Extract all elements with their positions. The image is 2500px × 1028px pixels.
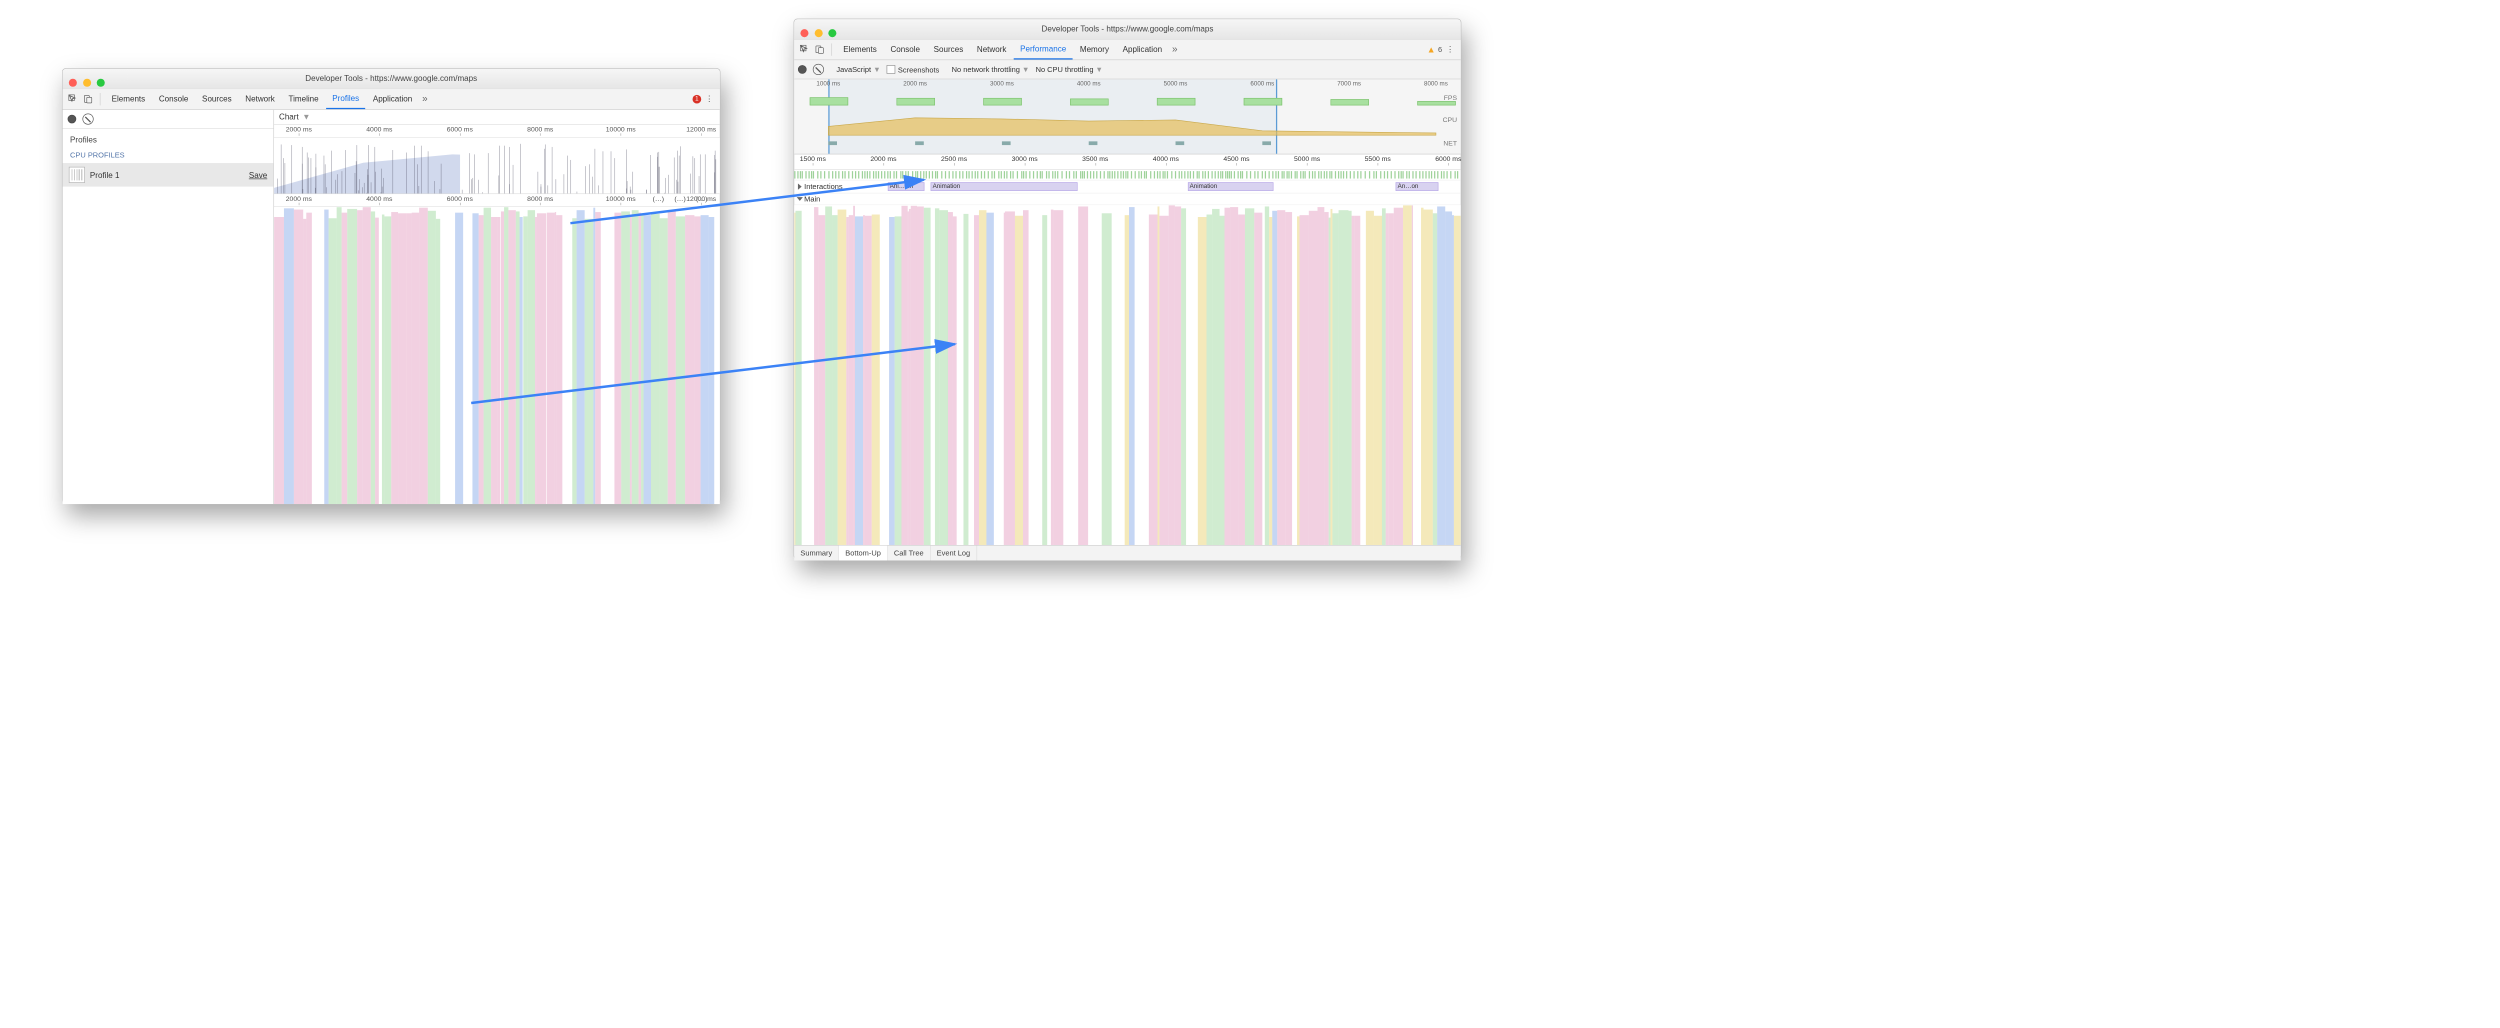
chevron-down-icon[interactable]: ▼ [302,112,310,121]
tab-network[interactable]: Network [239,89,281,109]
maximize-icon[interactable] [97,79,105,87]
animation-segment[interactable]: Animation [931,182,1078,191]
window-title: Developer Tools - https://www.google.com… [305,74,477,83]
tab-memory[interactable]: Memory [1074,40,1116,60]
devtools-toolbar: Elements Console Sources Network Timelin… [63,89,720,109]
profile-item[interactable]: Profile 1 Save [63,163,274,187]
record-button[interactable] [798,65,807,74]
truncated-label: (…) [653,195,664,202]
close-icon[interactable] [800,29,808,37]
main-flame-chart[interactable] [794,205,1460,545]
profile-icon [69,167,85,183]
tab-profiles[interactable]: Profiles [326,89,365,109]
main-ruler[interactable]: 1500 ms2000 ms2500 ms3000 ms3500 ms4000 … [794,154,1460,170]
devtools-toolbar: Elements Console Sources Network Perform… [794,40,1460,60]
error-badge[interactable]: 1 [693,95,702,104]
perf-subtoolbar: JavaScript ▼ Screenshots No network thro… [794,60,1460,79]
view-mode-select[interactable]: Chart [279,112,299,121]
frames-strip[interactable] [794,170,1460,181]
truncated-label: (…) [674,195,685,202]
window-titlebar[interactable]: Developer Tools - https://www.google.com… [794,19,1460,39]
save-link[interactable]: Save [249,170,267,179]
kebab-menu-icon[interactable]: ⋮ [702,92,716,106]
performance-overview[interactable]: FPS CPU NET 1000 ms2000 ms3000 ms4000 ms… [794,79,1460,154]
tab-elements[interactable]: Elements [837,40,883,60]
record-button[interactable] [68,115,77,124]
animation-segment[interactable]: Animation [1188,182,1274,191]
window-title: Developer Tools - https://www.google.com… [1042,24,1214,33]
clear-button[interactable] [82,113,93,124]
tab-summary[interactable]: Summary [794,546,839,561]
flame-ruler[interactable]: (…) (…) (…) 2000 ms4000 ms6000 ms8000 ms… [274,194,720,207]
minimize-icon[interactable] [83,79,91,87]
clear-button[interactable] [813,64,824,75]
warning-count[interactable]: 6 [1438,45,1442,54]
chevron-down-icon[interactable] [797,197,803,201]
tab-timeline[interactable]: Timeline [282,89,325,109]
sidebar-section-cpu-profiles: CPU PROFILES [63,147,274,163]
tab-performance[interactable]: Performance [1014,40,1073,60]
warning-icon[interactable]: ▲ [1427,45,1436,55]
sidebar-heading: Profiles [63,129,274,147]
maximize-icon[interactable] [828,29,836,37]
tab-application[interactable]: Application [367,89,419,109]
animation-segment[interactable]: An…on [1396,182,1439,191]
minimize-icon[interactable] [814,29,822,37]
close-icon[interactable] [69,79,77,87]
inspect-icon[interactable] [66,92,80,106]
tab-sources[interactable]: Sources [927,40,969,60]
devtools-window-profiles: Developer Tools - https://www.google.com… [62,68,720,503]
inspect-icon[interactable] [798,43,812,57]
interactions-row[interactable]: Interactions Ani…ion Animation Animation… [794,180,1460,193]
devtools-window-performance: Developer Tools - https://www.google.com… [794,19,1462,560]
overview-ruler[interactable]: 2000 ms4000 ms6000 ms8000 ms10000 ms1200… [274,125,720,138]
screenshots-checkbox[interactable]: Screenshots [887,65,940,74]
network-throttling-select[interactable]: No network throttling ▼ [952,65,1030,74]
tab-bottom-up[interactable]: Bottom-Up [839,546,888,561]
window-titlebar[interactable]: Developer Tools - https://www.google.com… [63,69,720,89]
profile-item-label: Profile 1 [90,170,120,179]
tab-network[interactable]: Network [971,40,1013,60]
cpu-overview-chart[interactable] [274,138,720,194]
flame-chart[interactable] [274,207,720,504]
device-toggle-icon[interactable] [813,43,827,57]
main-thread-row[interactable]: Main [794,193,1460,205]
tab-call-tree[interactable]: Call Tree [888,546,931,561]
profile-main: Chart ▼ 2000 ms4000 ms6000 ms8000 ms1000… [274,110,720,504]
js-sampling-select[interactable]: JavaScript ▼ [836,65,880,74]
tab-console[interactable]: Console [153,89,195,109]
device-toggle-icon[interactable] [81,92,95,106]
tab-console[interactable]: Console [884,40,926,60]
tabs-overflow-icon[interactable]: » [1169,44,1179,55]
tab-application[interactable]: Application [1116,40,1168,60]
tab-elements[interactable]: Elements [105,89,151,109]
profiles-sidebar: Profiles CPU PROFILES Profile 1 Save [63,110,274,504]
tab-event-log[interactable]: Event Log [930,546,977,561]
animation-segment[interactable]: Ani…ion [888,182,925,191]
tabs-overflow-icon[interactable]: » [420,94,430,105]
kebab-menu-icon[interactable]: ⋮ [1443,43,1457,57]
chevron-right-icon[interactable] [798,184,802,190]
cpu-throttling-select[interactable]: No CPU throttling ▼ [1036,65,1103,74]
tab-sources[interactable]: Sources [196,89,238,109]
details-tabs: Summary Bottom-Up Call Tree Event Log [794,545,1460,561]
